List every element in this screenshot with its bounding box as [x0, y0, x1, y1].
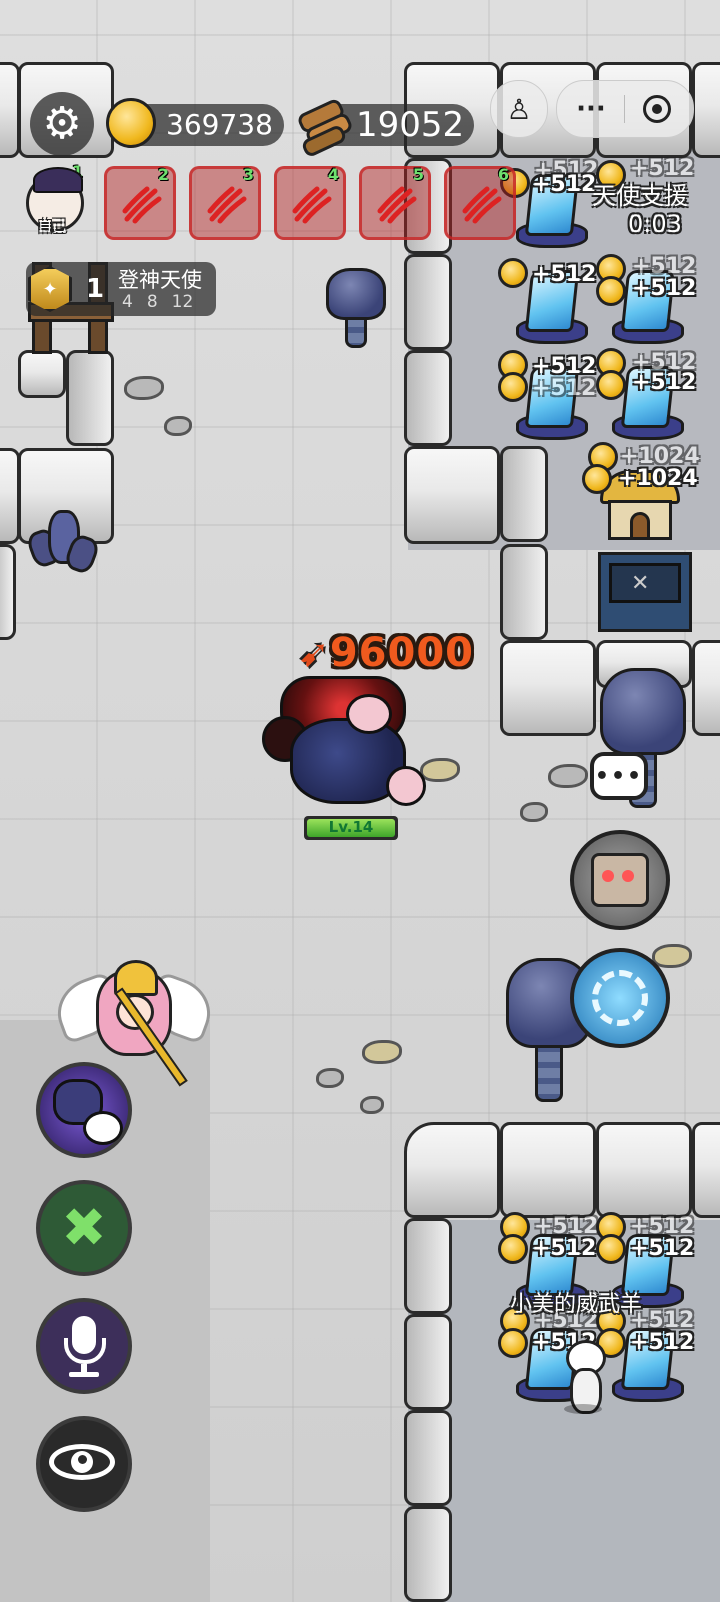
- income-float: +512: [630, 1236, 695, 1261]
- coin-icon: [582, 464, 612, 494]
- income-float: +512: [532, 376, 597, 401]
- rock: [520, 802, 548, 822]
- wood-counter: 19052: [295, 97, 474, 159]
- crystal-cluster: [24, 510, 102, 576]
- income-float: +1024: [618, 466, 698, 491]
- blade-skill-button[interactable]: [570, 948, 670, 1048]
- income-float: +512: [532, 1236, 597, 1261]
- player-slot[interactable]: 3: [189, 165, 261, 240]
- rock: [548, 764, 588, 788]
- tools-icon: ✖: [61, 1196, 107, 1259]
- microphone-icon: [59, 1314, 109, 1378]
- title-badge[interactable]: ✦ 1 登神天使 4 8 12: [26, 262, 216, 316]
- title-levels: 4 8 12: [122, 292, 194, 312]
- view-button[interactable]: [36, 1416, 132, 1512]
- angel-support-label: 天使支援: [592, 182, 688, 210]
- build-button[interactable]: ✖: [36, 1180, 132, 1276]
- wall-block: [404, 254, 452, 350]
- wood-logs-icon: [295, 97, 355, 159]
- wall-block: [404, 1506, 452, 1602]
- microphone-button[interactable]: [36, 1298, 132, 1394]
- wall-block: [500, 640, 596, 736]
- claw-icon: [377, 186, 417, 224]
- coin-icon: [596, 1234, 626, 1264]
- player-slot[interactable]: 2: [104, 165, 176, 240]
- player-self-label: 自己: [38, 219, 66, 235]
- coin-icon: [498, 372, 528, 402]
- rock: [362, 1040, 402, 1064]
- npc-name: 小美的威武羊: [510, 1292, 643, 1317]
- coin-icon: [106, 98, 156, 148]
- income-float: +512: [630, 1330, 695, 1355]
- claw-icon: [122, 186, 162, 224]
- capsule: ···: [556, 80, 694, 138]
- coin-icon: [596, 276, 626, 306]
- target-icon[interactable]: [643, 95, 671, 123]
- wall-block: [404, 1122, 500, 1218]
- wall-block: [18, 350, 66, 398]
- joystick-button[interactable]: ♙: [490, 80, 548, 138]
- rock: [164, 416, 192, 436]
- angel-support-timer: 0:03: [628, 210, 682, 238]
- gear-icon: ⚙: [42, 98, 82, 149]
- wall-block: [692, 1122, 720, 1218]
- coin-icon: [498, 258, 528, 288]
- claw-icon: [462, 186, 502, 224]
- wall-block: [596, 1122, 692, 1218]
- income-float: +512: [532, 172, 597, 197]
- more-dots-icon[interactable]: ···: [557, 81, 625, 137]
- robot-skill-button[interactable]: [570, 830, 670, 930]
- player-self[interactable]: 1 自己: [20, 162, 92, 240]
- tree-small: [326, 268, 386, 348]
- eye-icon: [49, 1444, 119, 1484]
- rock: [316, 1068, 344, 1088]
- coin-icon: [498, 1234, 528, 1264]
- wall-block: [66, 350, 114, 446]
- income-float: +512: [632, 370, 697, 395]
- rock: [360, 1096, 384, 1114]
- rock: [420, 758, 460, 782]
- wall-block: [500, 446, 548, 542]
- rock: [652, 944, 692, 968]
- wall-block: [500, 1122, 596, 1218]
- claw-icon: [207, 186, 247, 224]
- player-slot[interactable]: 6: [444, 165, 516, 240]
- wolf-sheep-skill-button[interactable]: [36, 1062, 132, 1158]
- rock: [124, 376, 164, 400]
- robot-skill-icon: [591, 853, 649, 907]
- wall-block: [404, 1314, 452, 1410]
- wolf-sheep-skill-icon: [49, 1075, 123, 1145]
- claw-icon: [292, 186, 332, 224]
- boss-werewolf[interactable]: [256, 676, 426, 816]
- player-slot[interactable]: 4: [274, 165, 346, 240]
- damage-number: ➹ 96000: [298, 630, 475, 676]
- wall-block: [692, 640, 720, 736]
- settings-button[interactable]: ⚙: [30, 92, 94, 156]
- wall-block: [404, 1218, 452, 1314]
- claw-damage-icon: ➹: [298, 631, 330, 675]
- wall-block: [0, 544, 16, 640]
- wall-block: [500, 544, 548, 640]
- title-name: 登神天使: [118, 268, 202, 292]
- wall-block: [404, 1410, 452, 1506]
- wall-block: [404, 446, 500, 544]
- title-rank: 1: [86, 274, 105, 304]
- npc-sheep[interactable]: [560, 1340, 606, 1416]
- blade-skill-icon: [592, 970, 648, 1026]
- coin-icon: [596, 370, 626, 400]
- income-float: +512: [632, 276, 697, 301]
- joystick-icon: ♙: [506, 92, 532, 126]
- coin-icon: [498, 1328, 528, 1358]
- wall-block: [692, 62, 720, 158]
- income-float: +512: [532, 262, 597, 287]
- boss-level-bar: Lv.14: [304, 816, 398, 840]
- wall-block: [0, 448, 20, 544]
- chat-bubble-icon[interactable]: •••: [590, 752, 648, 800]
- player-slot[interactable]: 5: [359, 165, 431, 240]
- wall-block: [0, 62, 20, 158]
- workbench[interactable]: ✕: [598, 552, 692, 632]
- wall-block: [404, 350, 452, 446]
- angel-wings-icon: ✦: [28, 266, 72, 312]
- gold-counter: 369738: [106, 98, 284, 148]
